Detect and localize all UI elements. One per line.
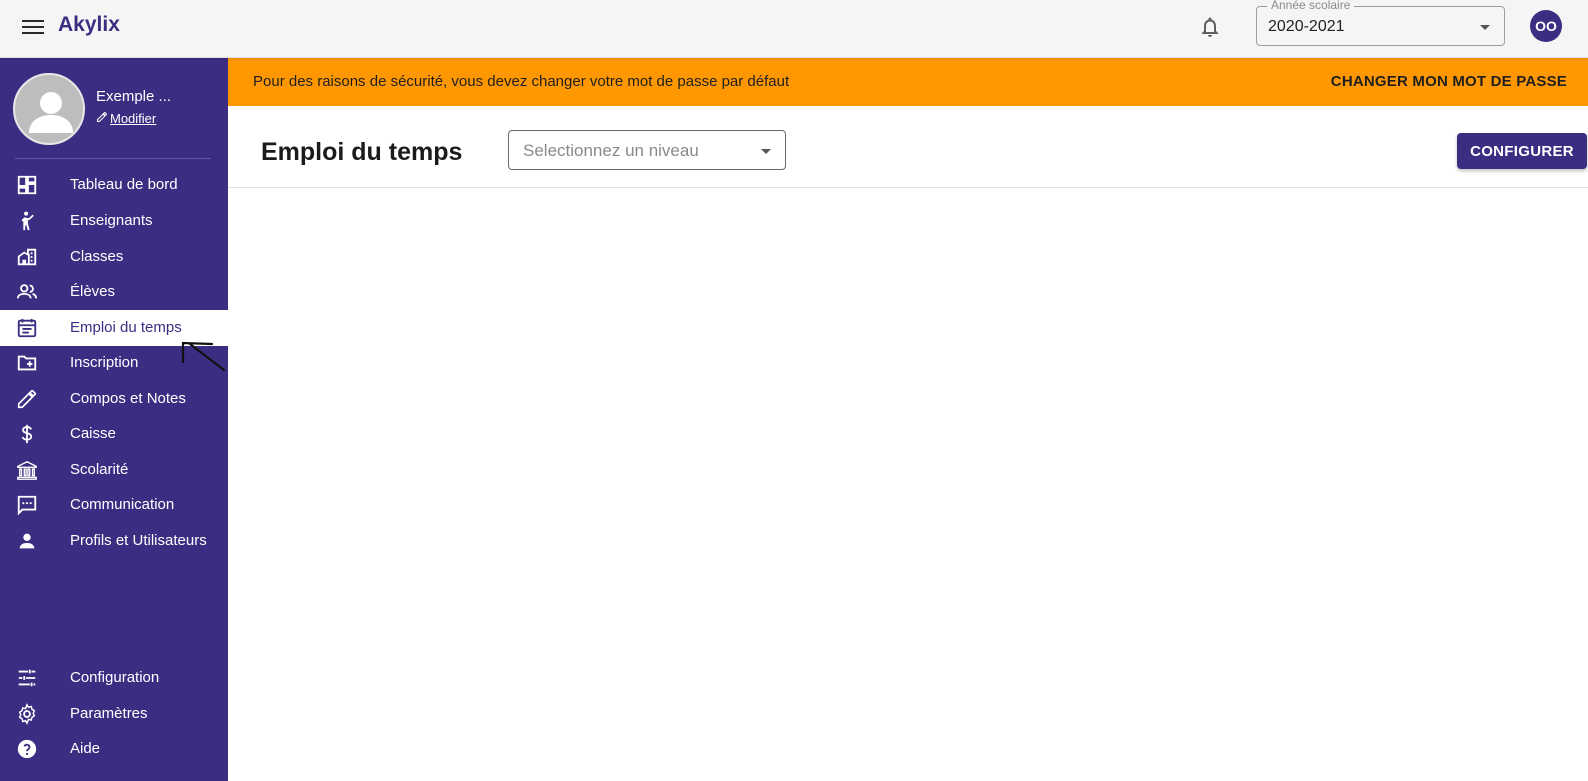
folder-plus-icon bbox=[16, 352, 38, 374]
security-banner: Pour des raisons de sécurité, vous devez… bbox=[228, 58, 1588, 106]
sidebar-item-tableau-de-bord[interactable]: Tableau de bord bbox=[0, 167, 228, 203]
person-icon bbox=[16, 530, 38, 552]
edit-profile-label: Modifier bbox=[110, 111, 157, 126]
pencil-icon bbox=[16, 388, 38, 410]
profile-divider bbox=[15, 158, 211, 159]
sidebar-item-label: Scolarité bbox=[70, 461, 129, 478]
calendar-icon bbox=[16, 317, 38, 339]
level-select[interactable]: Selectionnez un niveau bbox=[508, 130, 786, 170]
user-avatar[interactable]: OO bbox=[1530, 10, 1562, 42]
top-app-bar: Akylix Année scolaire 2020-2021 OO bbox=[0, 0, 1588, 58]
sidebar-item-classes[interactable]: Classes bbox=[0, 239, 228, 275]
app-brand[interactable]: Akylix bbox=[58, 13, 120, 37]
banner-message: Pour des raisons de sécurité, vous devez… bbox=[253, 73, 790, 90]
sidebar-item-scolarite[interactable]: Scolarité bbox=[0, 452, 228, 488]
chevron-down-icon bbox=[761, 149, 771, 154]
sidebar-item-label: Profils et Utilisateurs bbox=[70, 532, 207, 549]
sidebar-item-emploi-du-temps[interactable]: Emploi du temps bbox=[0, 310, 228, 346]
sidebar-item-configuration[interactable]: Configuration bbox=[0, 660, 228, 696]
sidebar-item-inscription[interactable]: Inscription bbox=[0, 345, 228, 381]
sliders-icon bbox=[16, 667, 38, 689]
dashboard-icon bbox=[16, 174, 38, 196]
sidebar-item-label: Tableau de bord bbox=[70, 176, 178, 193]
help-icon bbox=[16, 738, 38, 760]
sidebar-item-label: Paramètres bbox=[70, 705, 148, 722]
sidebar-item-label: Caisse bbox=[70, 425, 116, 442]
sidebar-item-label: Aide bbox=[70, 740, 101, 757]
page-title: Emploi du temps bbox=[261, 138, 463, 166]
sidebar-item-communication[interactable]: Communication bbox=[0, 487, 228, 523]
students-icon bbox=[16, 281, 38, 303]
sidebar-item-label: Élèves bbox=[70, 283, 116, 300]
sidebar-item-label: Communication bbox=[70, 496, 175, 513]
sidebar-item-aide[interactable]: Aide bbox=[0, 731, 228, 767]
school-year-legend: Année scolaire bbox=[1267, 0, 1355, 12]
school-year-value: 2020-2021 bbox=[1268, 18, 1345, 35]
sidebar-item-eleves[interactable]: Élèves bbox=[0, 274, 228, 310]
edit-profile-link[interactable]: Modifier bbox=[96, 111, 156, 126]
message-icon bbox=[16, 494, 38, 516]
gear-icon bbox=[16, 703, 38, 725]
sidebar-item-compos-et-notes[interactable]: Compos et Notes bbox=[0, 381, 228, 417]
chevron-down-icon bbox=[1480, 25, 1490, 30]
change-password-button[interactable]: CHANGER MON MOT DE PASSE bbox=[1331, 73, 1567, 90]
sidebar-item-profils-et-utilisateurs[interactable]: Profils et Utilisateurs bbox=[0, 523, 228, 559]
level-select-placeholder: Selectionnez un niveau bbox=[523, 141, 699, 160]
profile-avatar-icon bbox=[13, 73, 85, 145]
header-divider bbox=[228, 187, 1588, 188]
building-icon bbox=[16, 246, 38, 268]
dollar-icon bbox=[16, 423, 38, 445]
configure-button[interactable]: CONFIGURER bbox=[1457, 133, 1587, 169]
sidebar-item-caisse[interactable]: Caisse bbox=[0, 416, 228, 452]
bell-icon[interactable] bbox=[1198, 15, 1222, 39]
sidebar-item-label: Configuration bbox=[70, 669, 160, 686]
pencil-icon bbox=[96, 111, 108, 126]
sidebar-item-label: Compos et Notes bbox=[70, 390, 186, 407]
profile-name: Exemple ... bbox=[96, 88, 172, 105]
sidebar-item-label: Enseignants bbox=[70, 212, 153, 229]
teacher-icon bbox=[16, 210, 38, 232]
bank-icon bbox=[16, 459, 38, 481]
sidebar-item-parametres[interactable]: Paramètres bbox=[0, 696, 228, 732]
menu-icon[interactable] bbox=[22, 16, 44, 38]
sidebar-item-label: Emploi du temps bbox=[70, 319, 182, 336]
sidebar-item-label: Classes bbox=[70, 248, 124, 265]
school-year-select[interactable]: Année scolaire 2020-2021 bbox=[1256, 0, 1505, 46]
sidebar: Exemple ... Modifier Tableau de bord Ens… bbox=[0, 58, 228, 781]
sidebar-item-enseignants[interactable]: Enseignants bbox=[0, 203, 228, 239]
sidebar-item-label: Inscription bbox=[70, 354, 139, 371]
